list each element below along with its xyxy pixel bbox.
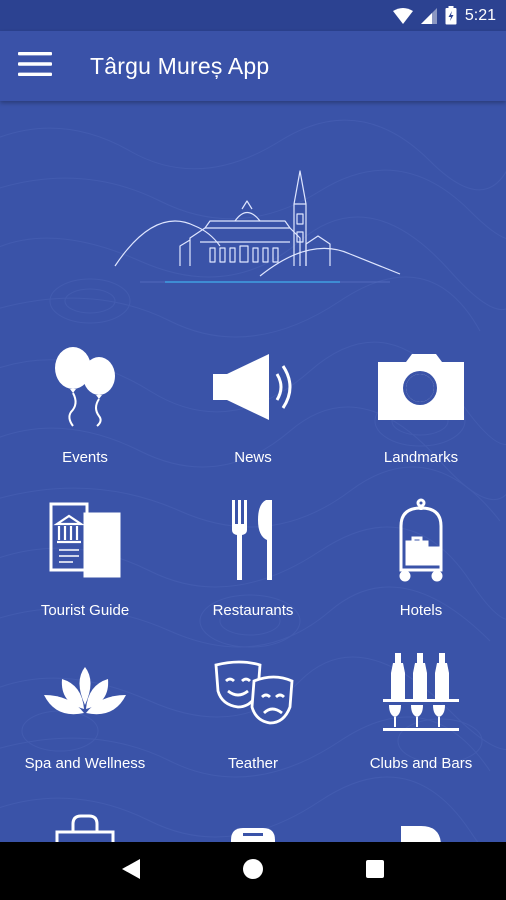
home-button[interactable] <box>223 842 283 900</box>
menu-item-clubs-and-bars[interactable]: Clubs and Bars <box>337 647 505 787</box>
info-icon <box>371 800 471 842</box>
menu-item-label: Tourist Guide <box>40 602 130 619</box>
shopping-bag-icon <box>35 800 135 842</box>
menu-item-transport[interactable] <box>169 800 337 842</box>
bottles-glasses-icon <box>371 647 471 739</box>
recents-icon <box>366 859 384 883</box>
menu-item-news[interactable]: News <box>169 341 337 481</box>
menu-item-label: Hotels <box>399 602 443 619</box>
fork-knife-icon <box>203 494 303 586</box>
balloons-icon <box>35 341 135 433</box>
status-time: 5:21 <box>464 6 496 24</box>
menu-item-landmarks[interactable]: Landmarks <box>337 341 505 481</box>
luggage-cart-icon <box>371 494 471 586</box>
menu-item-tourist-guide[interactable]: Tourist Guide <box>1 494 169 634</box>
menu-item-label: Landmarks <box>383 449 459 466</box>
menu-item-label: Clubs and Bars <box>369 755 473 772</box>
app-title: Târgu Mureș App <box>90 52 270 79</box>
menu-item-shopping[interactable] <box>1 800 169 842</box>
menu-item-hotels[interactable]: Hotels <box>337 494 505 634</box>
menu-item-label: News <box>234 449 272 466</box>
home-icon <box>242 858 264 885</box>
menu-item-label: Spa and Wellness <box>24 755 146 772</box>
back-button[interactable] <box>101 842 161 900</box>
menu-item-restaurants[interactable]: Restaurants <box>169 494 337 634</box>
menu-item-info[interactable] <box>337 800 505 842</box>
guide-booklet-icon <box>35 494 135 586</box>
camera-icon <box>371 341 471 433</box>
menu-item-label: Restaurants <box>212 602 294 619</box>
system-navigation-bar <box>0 842 506 900</box>
hamburger-menu-button[interactable] <box>0 31 70 101</box>
menu-item-spa-and-wellness[interactable]: Spa and Wellness <box>1 647 169 787</box>
lotus-icon <box>35 647 135 739</box>
speaker-icon <box>203 341 303 433</box>
city-skyline-illustration <box>114 170 401 283</box>
battery-icon <box>445 6 457 25</box>
recents-button[interactable] <box>345 842 405 900</box>
wifi-icon <box>392 7 413 24</box>
app-bar: Târgu Mureș App <box>0 31 506 101</box>
transport-icon <box>203 800 303 842</box>
hamburger-menu-icon <box>18 51 52 81</box>
menu-item-label: Events <box>62 449 108 466</box>
status-bar: 5:21 <box>0 0 506 31</box>
back-icon <box>122 858 140 884</box>
menu-item-teather[interactable]: Teather <box>169 647 337 787</box>
main-content: Events News Landmarks Tourist Guide Rest… <box>0 101 506 842</box>
menu-item-label: Teather <box>227 755 279 772</box>
theater-masks-icon <box>203 647 303 739</box>
menu-item-events[interactable]: Events <box>1 341 169 481</box>
cellular-signal-icon <box>420 7 437 24</box>
